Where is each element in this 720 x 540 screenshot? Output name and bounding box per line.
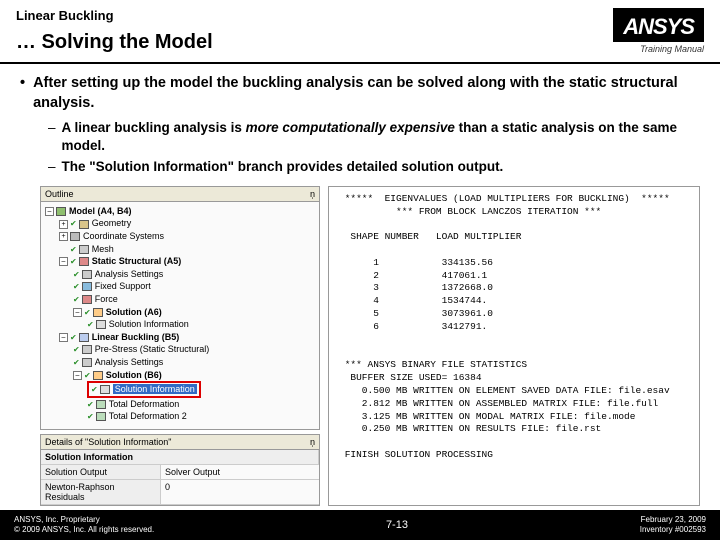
tree-solB[interactable]: –✔Solution (B6) (45, 369, 315, 382)
tree-model[interactable]: –Model (A4, B4) (45, 205, 315, 218)
sub-bullet-2: – The "Solution Information" branch prov… (48, 158, 700, 176)
tree-linbuck[interactable]: –✔Linear Buckling (B5) (45, 331, 315, 344)
outline-title: Outline (45, 189, 74, 199)
detail-value-2[interactable]: 0 (161, 480, 319, 504)
tree-anset2[interactable]: ✔Analysis Settings (45, 356, 315, 369)
tree-solA[interactable]: –✔Solution (A6) (45, 306, 315, 319)
tree-force[interactable]: ✔Force (45, 293, 315, 306)
sub-bullet-1: – A linear buckling analysis is more com… (48, 119, 700, 155)
topic-label: Linear Buckling (16, 8, 613, 23)
logo-text: ANSYS (623, 14, 694, 39)
detail-label-1: Solution Output (41, 465, 161, 479)
bullet-main: • After setting up the model the bucklin… (20, 74, 700, 113)
training-manual-label: Training Manual (613, 44, 704, 54)
footer-inventory: Inventory #002593 (640, 525, 706, 535)
divider (0, 62, 720, 64)
tree-geometry[interactable]: +✔Geometry (45, 217, 315, 230)
slide-title: … Solving the Model (16, 31, 613, 54)
outline-panel: Outlineņ –Model (A4, B4) +✔Geometry +Coo… (40, 186, 320, 430)
tree-solinfoA[interactable]: ✔Solution Information (45, 318, 315, 331)
ansys-logo: ANSYS (613, 8, 704, 42)
tree-prestress[interactable]: ✔Pre-Stress (Static Structural) (45, 343, 315, 356)
footer: ANSYS, Inc. Proprietary © 2009 ANSYS, In… (0, 510, 720, 540)
tree-anset1[interactable]: ✔Analysis Settings (45, 268, 315, 281)
footer-copyright: © 2009 ANSYS, Inc. All rights reserved. (14, 525, 154, 535)
details-panel: Details of "Solution Information"ņ Solut… (40, 434, 320, 506)
footer-date: February 23, 2009 (640, 515, 706, 525)
bullet-main-text: After setting up the model the buckling … (33, 74, 700, 113)
tree-td1[interactable]: ✔Total Deformation (45, 398, 315, 411)
detail-value-1[interactable]: Solver Output (161, 465, 319, 479)
footer-proprietary: ANSYS, Inc. Proprietary (14, 515, 154, 525)
tree-static[interactable]: –✔Static Structural (A5) (45, 255, 315, 268)
tree-mesh[interactable]: ✔Mesh (45, 243, 315, 256)
tree-coord[interactable]: +Coordinate Systems (45, 230, 315, 243)
solver-output: ***** EIGENVALUES (LOAD MULTIPLIERS FOR … (328, 186, 700, 506)
tree-td2[interactable]: ✔Total Deformation 2 (45, 410, 315, 423)
details-section: Solution Information (41, 450, 319, 464)
details-title: Details of "Solution Information" (45, 437, 171, 447)
detail-label-2: Newton-Raphson Residuals (41, 480, 161, 504)
tree-solinfoB[interactable]: ✔Solution Information (45, 381, 315, 398)
page-number: 7-13 (154, 519, 640, 531)
tree-fixed[interactable]: ✔Fixed Support (45, 280, 315, 293)
